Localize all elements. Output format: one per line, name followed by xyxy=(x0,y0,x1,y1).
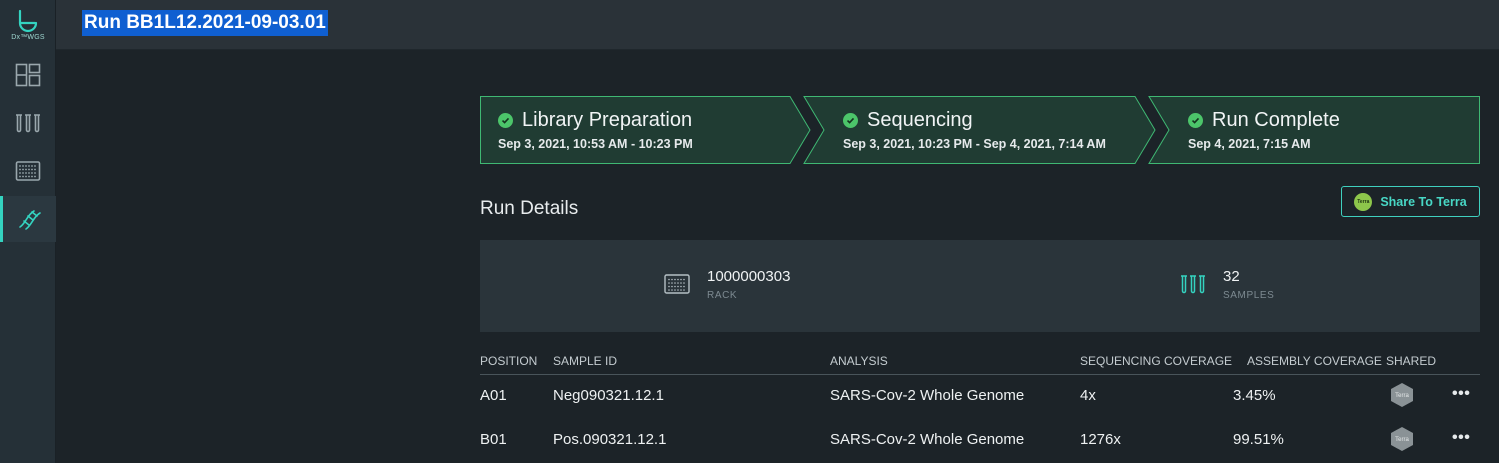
app-root: Dx™WGS Run BB1L12.2021-09-03.01 Library … xyxy=(0,0,1499,463)
check-circle-icon xyxy=(843,113,858,128)
cell-sample-id: Pos.090321.12.1 xyxy=(553,431,667,448)
step-library-preparation: Library Preparation Sep 3, 2021, 10:53 A… xyxy=(480,96,810,164)
sidebar: Dx™WGS xyxy=(0,0,56,463)
run-progress-steps: Library Preparation Sep 3, 2021, 10:53 A… xyxy=(480,96,1480,164)
test-tubes-icon xyxy=(16,114,40,133)
step-title: Sequencing xyxy=(867,109,973,131)
rack-id: 1000000303 xyxy=(707,268,791,285)
samples-detail: 32 SAMPLES xyxy=(1180,268,1274,301)
row-more-options-button[interactable]: ••• xyxy=(1452,429,1470,447)
column-header-analysis[interactable]: ANALYSIS xyxy=(830,354,888,368)
shared-badge-text: Terra xyxy=(1395,393,1409,399)
column-header-sequencing-coverage[interactable]: SEQUENCING COVERAGE xyxy=(1080,354,1232,368)
page-title[interactable]: Run BB1L12.2021-09-03.01 xyxy=(82,10,328,36)
rack-detail: 1000000303 RACK xyxy=(664,268,790,301)
shared-terra-icon: Terra xyxy=(1389,382,1415,408)
samples-label: SAMPLES xyxy=(1223,290,1275,301)
logo-icon xyxy=(18,9,38,33)
dna-icon xyxy=(18,210,41,230)
cell-analysis: SARS-Cov-2 Whole Genome xyxy=(830,387,1025,404)
samples-count: 32 xyxy=(1223,268,1240,285)
sidebar-item-dashboard[interactable] xyxy=(0,52,56,98)
cell-assembly-coverage: 3.45% xyxy=(1233,387,1276,404)
step-run-complete: Run Complete Sep 4, 2021, 7:15 AM xyxy=(1170,96,1480,164)
share-to-terra-button[interactable]: Terra Share To Terra xyxy=(1341,186,1480,217)
step-title: Run Complete xyxy=(1212,109,1340,131)
app-logo[interactable]: Dx™WGS xyxy=(0,0,56,50)
row-more-options-button[interactable]: ••• xyxy=(1452,385,1470,403)
column-header-assembly-coverage[interactable]: ASSEMBLY COVERAGE xyxy=(1247,354,1382,368)
sidebar-item-runs[interactable] xyxy=(0,196,56,242)
check-circle-icon xyxy=(1188,113,1203,128)
shared-badge-text: Terra xyxy=(1395,437,1409,443)
column-header-position[interactable]: POSITION xyxy=(480,354,537,368)
table-row[interactable]: B01 Pos.090321.12.1 SARS-Cov-2 Whole Gen… xyxy=(480,426,1480,456)
cell-sequencing-coverage: 4x xyxy=(1080,387,1096,404)
step-sequencing: Sequencing Sep 3, 2021, 10:23 PM - Sep 4… xyxy=(825,96,1155,164)
cell-sample-id: Neg090321.12.1 xyxy=(553,387,664,404)
table-row[interactable]: A01 Neg090321.12.1 SARS-Cov-2 Whole Geno… xyxy=(480,382,1480,412)
header: Run BB1L12.2021-09-03.01 xyxy=(56,0,1499,50)
shared-terra-icon: Terra xyxy=(1389,426,1415,452)
check-circle-icon xyxy=(498,113,513,128)
step-title: Library Preparation xyxy=(522,109,693,131)
cell-position: B01 xyxy=(480,431,507,448)
step-date: Sep 3, 2021, 10:23 PM - Sep 4, 2021, 7:1… xyxy=(843,137,1106,151)
column-header-sample-id[interactable]: SAMPLE ID xyxy=(553,354,617,368)
rack-plate-icon xyxy=(15,161,41,181)
column-header-shared[interactable]: SHARED xyxy=(1386,354,1436,368)
terra-logo-icon: Terra xyxy=(1354,192,1373,211)
table-header-divider xyxy=(480,374,1480,375)
run-details-title: Run Details xyxy=(480,198,579,219)
sidebar-item-samples[interactable] xyxy=(0,101,56,147)
logo-text: Dx™WGS xyxy=(11,34,45,41)
share-to-terra-label: Share To Terra xyxy=(1380,194,1467,209)
step-date: Sep 4, 2021, 7:15 AM xyxy=(1188,137,1311,151)
cell-position: A01 xyxy=(480,387,507,404)
rack-label: RACK xyxy=(707,290,738,301)
cell-analysis: SARS-Cov-2 Whole Genome xyxy=(830,431,1025,448)
cell-sequencing-coverage: 1276x xyxy=(1080,431,1121,448)
run-details-panel: 1000000303 RACK 32 SAMPLES xyxy=(480,240,1480,332)
dashboard-icon xyxy=(15,63,41,87)
sidebar-item-racks[interactable] xyxy=(0,148,56,194)
cell-assembly-coverage: 99.51% xyxy=(1233,431,1284,448)
test-tubes-icon xyxy=(1181,275,1205,294)
rack-plate-icon xyxy=(664,274,690,294)
step-date: Sep 3, 2021, 10:53 AM - 10:23 PM xyxy=(498,137,693,151)
